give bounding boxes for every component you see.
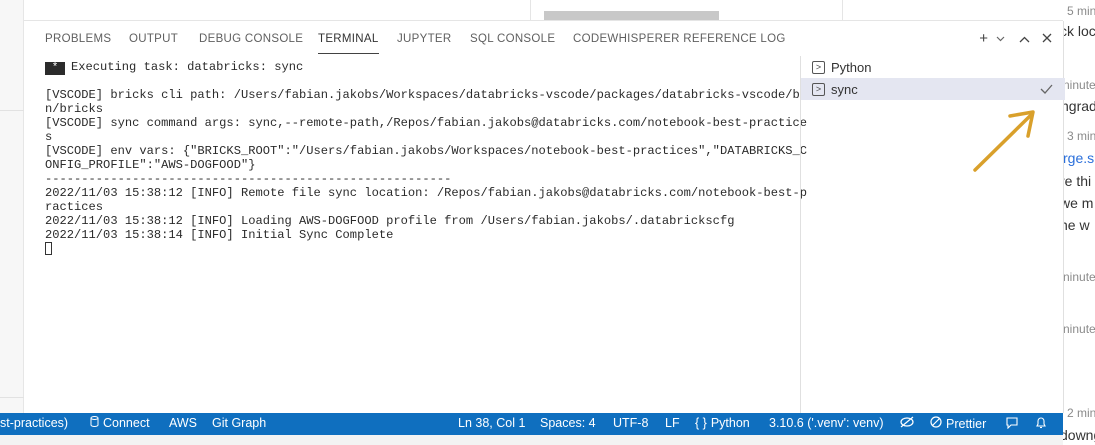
divider — [0, 110, 24, 111]
panel-actions: + — [979, 30, 1052, 48]
status-bar: st-practices) Connect AWS Git Graph Ln 3… — [0, 413, 1063, 435]
bg-meta: ninute — [1063, 78, 1095, 92]
task-line: * Executing task: databricks: sync — [45, 60, 800, 75]
bg-text: downgrad — [1063, 427, 1095, 443]
plus-icon[interactable]: + — [979, 30, 988, 48]
close-icon[interactable] — [1042, 30, 1052, 48]
terminal-line: ----------------------------------------… — [45, 172, 452, 186]
chevron-down-icon[interactable] — [996, 30, 1005, 48]
bottom-panel: PROBLEMS OUTPUT DEBUG CONSOLE TERMINAL J… — [24, 21, 1065, 413]
tab-terminal[interactable]: TERMINAL — [318, 33, 379, 54]
tab-debug-console[interactable]: DEBUG CONSOLE — [199, 33, 303, 45]
bg-meta: 2 min — [1067, 406, 1095, 420]
status-eol[interactable]: LF — [665, 416, 680, 430]
bg-meta: 3 min — [1067, 129, 1095, 143]
status-connect[interactable]: Connect — [90, 416, 150, 430]
status-interpreter[interactable]: 3.10.6 ('.venv': venv) — [769, 416, 884, 430]
terminal-item-python[interactable]: > Python — [801, 56, 1065, 78]
terminal-line: n/bricks — [45, 102, 104, 116]
terminal-line: s — [45, 130, 53, 144]
background-webpage: 5 min ck loc ninute ngrad 3 min rge.s re… — [1063, 0, 1095, 445]
terminal-line: 2022/11/03 15:38:14 [INFO] Initial Sync … — [45, 228, 394, 242]
no-entry-icon — [930, 416, 942, 431]
tab-sql-console[interactable]: SQL CONSOLE — [470, 33, 555, 45]
braces-icon: { } — [695, 416, 707, 430]
terminal-item-label: sync — [831, 81, 858, 97]
status-git-graph[interactable]: Git Graph — [212, 416, 266, 430]
terminal-line: [VSCODE] env vars: {"BRICKS_ROOT":"/User… — [45, 144, 808, 158]
terminal-line: 2022/11/03 15:38:12 [INFO] Remote file s… — [45, 186, 808, 200]
bg-link[interactable]: rge.s — [1063, 150, 1094, 166]
asterisk-icon: * — [45, 62, 65, 75]
terminal-icon: > — [812, 60, 825, 74]
status-connect-label: Connect — [103, 416, 150, 430]
terminal-item-sync[interactable]: > sync — [801, 78, 1065, 100]
status-branch[interactable]: st-practices) — [0, 416, 68, 430]
divider — [0, 397, 24, 398]
chevron-up-icon[interactable] — [1019, 30, 1030, 48]
horizontal-scrollbar[interactable] — [544, 11, 719, 20]
terminal-line: 2022/11/03 15:38:12 [INFO] Loading AWS-D… — [45, 214, 735, 228]
check-icon — [1040, 81, 1053, 97]
status-language-label: Python — [710, 416, 750, 430]
editor-top-peek — [24, 0, 1064, 21]
editor-divider — [842, 0, 843, 21]
cylinder-icon — [90, 416, 99, 430]
status-encoding[interactable]: UTF-8 — [613, 416, 648, 430]
bg-text: we m — [1063, 195, 1094, 211]
terminal-line: ONFIG_PROFILE":"AWS-DOGFOOD"} — [45, 158, 256, 172]
tab-jupyter[interactable]: JUPYTER — [397, 33, 452, 45]
tab-problems[interactable]: PROBLEMS — [45, 33, 111, 45]
status-position[interactable]: Ln 38, Col 1 — [458, 416, 525, 430]
feedback-icon[interactable] — [1005, 416, 1019, 432]
sidebar-strip — [0, 0, 24, 413]
arrow-annotation — [973, 110, 1035, 172]
tab-codewhisperer-log[interactable]: CODEWHISPERER REFERENCE LOG — [573, 33, 786, 45]
terminal-line: [VSCODE] sync command args: sync,--remot… — [45, 116, 808, 130]
terminal-icon: > — [812, 82, 825, 96]
tab-output[interactable]: OUTPUT — [129, 33, 178, 45]
status-prettier[interactable]: Prettier — [930, 416, 986, 431]
bg-text: ck loc — [1063, 23, 1095, 39]
bg-meta: ninute — [1063, 270, 1095, 284]
terminal-cursor-line — [45, 242, 800, 256]
terminal-line: [VSCODE] bricks cli path: /Users/fabian.… — [45, 88, 808, 102]
status-prettier-label: Prettier — [946, 417, 987, 431]
status-language[interactable]: { } Python — [695, 416, 750, 430]
task-text: Executing task: databricks: sync — [71, 60, 304, 74]
bg-text: ne w — [1063, 217, 1090, 233]
eye-slash-icon[interactable] — [899, 416, 915, 431]
bg-meta: ninute — [1063, 322, 1095, 336]
editor-divider — [530, 0, 531, 21]
status-profile[interactable]: AWS — [169, 416, 197, 430]
terminal-item-label: Python — [831, 59, 872, 75]
bg-text: re thi — [1063, 173, 1092, 189]
bg-text: ngrad — [1063, 98, 1095, 114]
terminal-output[interactable]: * Executing task: databricks: sync [VSCOD… — [45, 60, 808, 256]
bg-meta: 5 min — [1067, 4, 1095, 18]
terminal-cursor — [45, 242, 52, 255]
terminal-line: ractices — [45, 200, 104, 214]
bell-icon[interactable] — [1035, 416, 1047, 432]
panel-tabs: PROBLEMS OUTPUT DEBUG CONSOLE TERMINAL J… — [24, 21, 1064, 56]
status-spaces[interactable]: Spaces: 4 — [540, 416, 596, 430]
